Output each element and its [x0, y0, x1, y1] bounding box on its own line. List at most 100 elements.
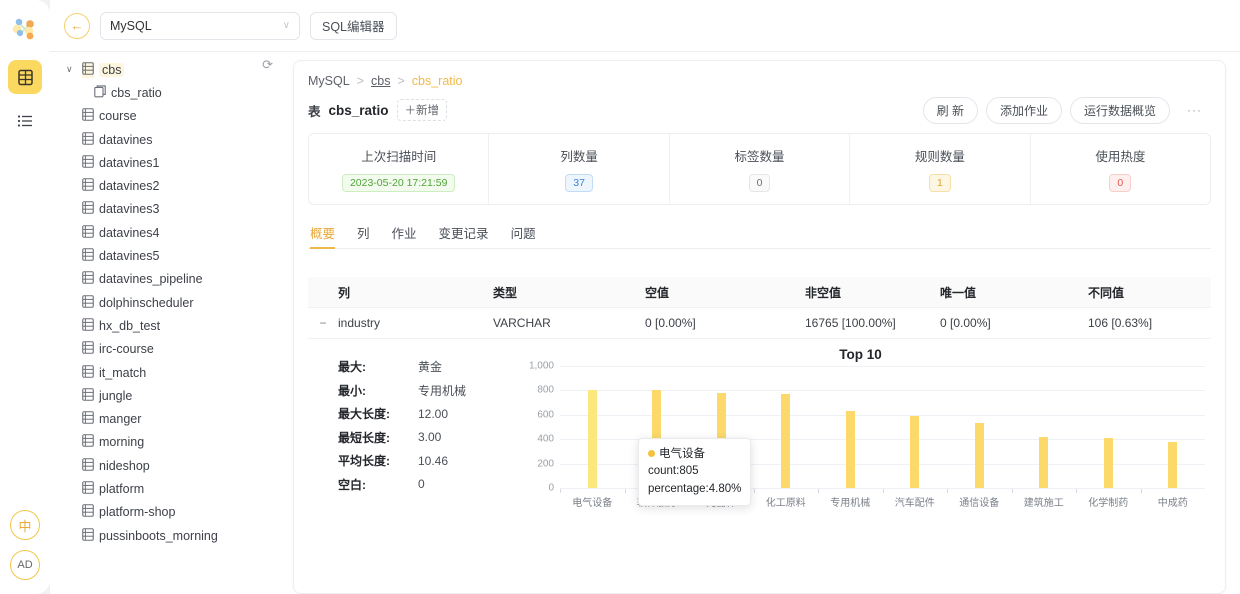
- tree-item-label: platform-shop: [99, 505, 175, 519]
- tree-item-label: datavines_pipeline: [99, 272, 203, 286]
- database-icon: [82, 225, 94, 241]
- tree-item-cbs[interactable]: ∨cbs: [50, 58, 285, 81]
- bar[interactable]: [975, 423, 984, 489]
- tree-item-datavines4[interactable]: datavines4: [50, 221, 285, 244]
- bar-cell[interactable]: [560, 366, 625, 488]
- tree-item-morning[interactable]: morning: [50, 431, 285, 454]
- database-icon: [82, 481, 94, 497]
- tab-作业[interactable]: 作业: [392, 223, 417, 248]
- column-table: 列 类型 空值 非空值 唯一值 不同值 −industryVARCHAR0 [0…: [308, 277, 1211, 339]
- more-actions-icon[interactable]: ···: [1178, 99, 1211, 121]
- tree-item-it_match[interactable]: it_match: [50, 361, 285, 384]
- header-column: 列: [338, 284, 493, 301]
- bar-cell[interactable]: [818, 366, 883, 488]
- arrow-left-icon[interactable]: ←: [64, 13, 90, 39]
- breadcrumb-root[interactable]: MySQL: [308, 74, 350, 88]
- sql-editor-button[interactable]: SQL编辑器: [310, 12, 397, 40]
- bar-cell[interactable]: [883, 366, 948, 488]
- tree-item-datavines5[interactable]: datavines5: [50, 244, 285, 267]
- tree-item-label: datavines3: [99, 202, 159, 216]
- stat-value: 1: [929, 174, 951, 192]
- tab-问题[interactable]: 问题: [511, 223, 536, 248]
- tooltip-color-dot: [648, 450, 655, 457]
- tree-item-datavines[interactable]: datavines: [50, 128, 285, 151]
- add-tag-button[interactable]: ＋新增: [397, 99, 448, 121]
- minus-icon[interactable]: −: [308, 316, 338, 330]
- bar-cell[interactable]: [947, 366, 1012, 488]
- refresh-icon[interactable]: ⟳: [262, 57, 273, 73]
- breadcrumb-table[interactable]: cbs_ratio: [412, 74, 463, 88]
- x-tick-label: 化工原料: [754, 489, 819, 509]
- bar-cell[interactable]: [1012, 366, 1077, 488]
- tree-item-datavines3[interactable]: datavines3: [50, 198, 285, 221]
- tab-列[interactable]: 列: [357, 223, 370, 248]
- stat-value: 37: [565, 174, 593, 192]
- header-non-nulls: 非空值: [805, 284, 940, 301]
- breadcrumb-separator: >: [357, 74, 364, 88]
- stat-value: 0: [749, 174, 771, 192]
- statistic-value: 10.46: [418, 454, 448, 468]
- avatar[interactable]: AD: [10, 550, 40, 580]
- tree-item-label: pussinboots_morning: [99, 529, 218, 543]
- run-profile-button[interactable]: 运行数据概览: [1070, 97, 1170, 124]
- bar[interactable]: [1039, 437, 1048, 488]
- tree-item-nideshop[interactable]: nideshop: [50, 454, 285, 477]
- tree-item-hx_db_test[interactable]: hx_db_test: [50, 314, 285, 337]
- bar[interactable]: [781, 394, 790, 488]
- x-tick-label: 通信设备: [947, 489, 1012, 509]
- statistic-key: 最短长度:: [338, 429, 418, 446]
- statistic-value: 0: [418, 477, 425, 491]
- stat-label: 规则数量: [915, 146, 965, 165]
- tree-item-pussinboots_morning[interactable]: pussinboots_morning: [50, 524, 285, 547]
- x-tick-label: 中成药: [1141, 489, 1206, 509]
- bar[interactable]: [910, 416, 919, 488]
- tree-item-manger[interactable]: manger: [50, 407, 285, 430]
- bar[interactable]: [1104, 438, 1113, 488]
- table-detail-panel: MySQL > cbs > cbs_ratio 表 cbs_ratio ＋新增 …: [293, 60, 1226, 594]
- tree-item-course[interactable]: course: [50, 105, 285, 128]
- chart-title: Top 10: [516, 347, 1205, 362]
- tree-item-datavines1[interactable]: datavines1: [50, 151, 285, 174]
- tree-item-datavines2[interactable]: datavines2: [50, 174, 285, 197]
- tooltip-percentage: percentage:4.80%: [648, 481, 741, 498]
- bar-cell[interactable]: [754, 366, 819, 488]
- bar[interactable]: [1168, 442, 1177, 488]
- stats-summary: 上次扫描时间2023-05-20 17:21:59列数量37标签数量0规则数量1…: [308, 133, 1211, 205]
- tree-item-platform[interactable]: platform: [50, 477, 285, 500]
- table-row[interactable]: −industryVARCHAR0 [0.00%]16765 [100.00%]…: [308, 307, 1211, 339]
- rail-item-list[interactable]: [8, 104, 42, 138]
- tree-item-cbs_ratio[interactable]: cbs_ratio: [50, 81, 285, 104]
- tree-item-label: hx_db_test: [99, 319, 160, 333]
- breadcrumb: MySQL > cbs > cbs_ratio: [308, 61, 1211, 95]
- bar[interactable]: [846, 411, 855, 488]
- tree-item-datavines_pipeline[interactable]: datavines_pipeline: [50, 268, 285, 291]
- x-tick-label: 专用机械: [818, 489, 883, 509]
- chevron-down-icon[interactable]: ∨: [66, 64, 77, 75]
- database-icon: [82, 62, 94, 78]
- bar-cell[interactable]: [1076, 366, 1141, 488]
- add-job-button[interactable]: 添加作业: [986, 97, 1062, 124]
- language-switch-button[interactable]: 中: [10, 510, 40, 540]
- tab-概要[interactable]: 概要: [310, 223, 335, 248]
- x-tick-label: 建筑施工: [1012, 489, 1077, 509]
- tree-item-label: dolphinscheduler: [99, 296, 194, 310]
- tree-item-label: datavines: [99, 133, 153, 147]
- bar-cell[interactable]: [1141, 366, 1206, 488]
- tree-item-platform-shop[interactable]: platform-shop: [50, 501, 285, 524]
- breadcrumb-database[interactable]: cbs: [371, 74, 390, 88]
- tree-item-dolphinscheduler[interactable]: dolphinscheduler: [50, 291, 285, 314]
- bar[interactable]: [588, 390, 597, 488]
- datasource-select[interactable]: MySQL ∨: [100, 12, 300, 40]
- rail-item-catalog[interactable]: [8, 60, 42, 94]
- statistic-row: 最大长度:12.00: [338, 402, 516, 426]
- tree-item-irc-course[interactable]: irc-course: [50, 338, 285, 361]
- detail-tabs: 概要列作业变更记录问题: [308, 215, 1211, 249]
- tree-item-jungle[interactable]: jungle: [50, 384, 285, 407]
- stat-card: 列数量37: [489, 134, 669, 204]
- tree-item-label: datavines2: [99, 179, 159, 193]
- datavines-logo-icon: [8, 12, 42, 46]
- statistic-value: 3.00: [418, 430, 441, 444]
- tab-变更记录[interactable]: 变更记录: [439, 223, 489, 248]
- database-icon: [82, 434, 94, 450]
- refresh-button[interactable]: 刷 新: [923, 97, 978, 124]
